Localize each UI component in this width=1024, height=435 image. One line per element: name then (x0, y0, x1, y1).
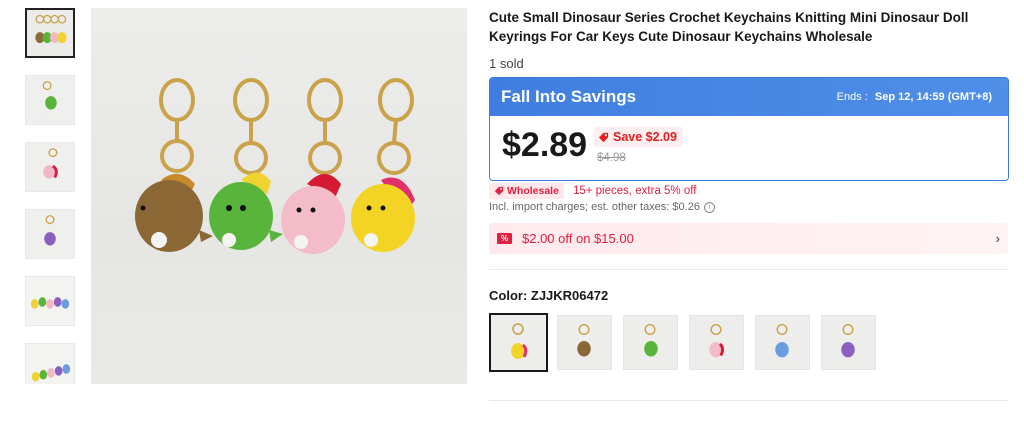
info-icon[interactable]: i (703, 201, 715, 213)
thumbnail-strip (25, 8, 77, 384)
thumbnail-3[interactable] (25, 142, 75, 192)
divider (489, 400, 1008, 401)
color-label: Color: ZJJKR06472 (489, 288, 609, 303)
wholesale-badge-label: Wholesale (507, 185, 559, 197)
promo-header: Fall Into Savings Ends : Sep 12, 14:59 (… (490, 78, 1008, 116)
promo-ends-label: Ends : (836, 91, 868, 103)
promo-ends-value: Sep 12, 14:59 (GMT+8) (874, 91, 992, 103)
thumbnail-1[interactable] (25, 8, 75, 58)
tag-icon (598, 132, 609, 142)
tax-text: Incl. import charges; est. other taxes: … (489, 201, 700, 213)
product-title: Cute Small Dinosaur Series Crochet Keych… (489, 10, 969, 44)
wholesale-row: Wholesale 15+ pieces, extra 5% off (489, 183, 696, 199)
original-price: $4.98 (597, 152, 626, 164)
swatch-purple[interactable] (821, 315, 876, 370)
price-row: $2.89 Save $2.09 $4.98 (490, 116, 1008, 180)
wholesale-text: 15+ pieces, extra 5% off (572, 185, 697, 197)
promo-ends: Ends : Sep 12, 14:59 (GMT+8) (837, 91, 992, 103)
promo-title: Fall Into Savings (501, 87, 637, 106)
coupon-bar[interactable]: % $2.00 off on $15.00 › (489, 223, 1008, 254)
save-amount: Save $2.09 (613, 130, 677, 144)
wholesale-badge: Wholesale (489, 183, 564, 199)
promo-box: Fall Into Savings Ends : Sep 12, 14:59 (… (489, 77, 1009, 181)
current-price: $2.89 (502, 126, 588, 164)
chevron-right-icon: › (995, 231, 1000, 246)
sold-count: 1 sold (489, 56, 524, 71)
divider (489, 269, 1008, 270)
tag-icon (494, 186, 504, 196)
thumbnail-5[interactable] (25, 276, 75, 326)
color-swatches (489, 313, 887, 372)
swatch-pink[interactable] (689, 315, 744, 370)
thumbnail-2[interactable] (25, 75, 75, 125)
coupon-icon: % (497, 233, 512, 244)
main-product-image[interactable] (91, 8, 467, 384)
tax-info: Incl. import charges; est. other taxes: … (489, 201, 715, 213)
thumbnail-6[interactable] (25, 343, 75, 384)
swatch-green[interactable] (623, 315, 678, 370)
swatch-yellow[interactable] (489, 313, 548, 372)
swatch-brown[interactable] (557, 315, 612, 370)
swatch-blue[interactable] (755, 315, 810, 370)
thumbnail-4[interactable] (25, 209, 75, 259)
coupon-text: $2.00 off on $15.00 (522, 231, 634, 246)
save-badge: Save $2.09 (594, 127, 683, 147)
